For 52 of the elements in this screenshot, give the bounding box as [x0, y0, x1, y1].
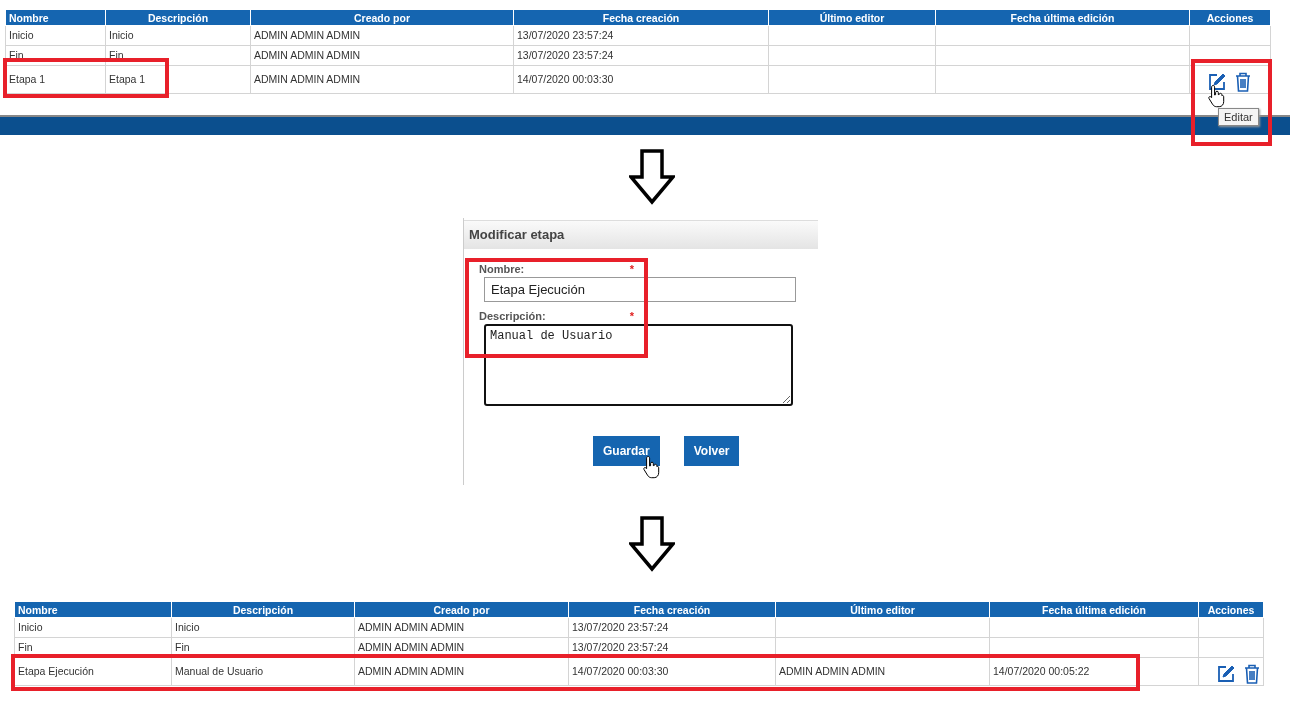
hand-cursor-icon [1208, 84, 1226, 108]
hand-cursor-icon [643, 455, 661, 479]
field-label: Descripción: [479, 310, 546, 322]
table-cell: ADMIN ADMIN ADMIN [250, 25, 514, 46]
edit-icon[interactable] [1216, 664, 1236, 684]
down-arrow-icon [629, 515, 675, 572]
input-field[interactable]: Etapa Ejecución [484, 277, 796, 302]
trash-icon[interactable] [1244, 664, 1260, 684]
table-cell: Inicio [105, 25, 251, 46]
table-cell: Etapa Ejecución [14, 657, 172, 686]
dialog-button[interactable]: Guardar [593, 436, 660, 466]
text-area[interactable]: Manual de Usuario [484, 324, 793, 406]
table-cell: Manual de Usuario [171, 657, 355, 686]
table-cell: ADMIN ADMIN ADMIN [250, 65, 514, 94]
column-header[interactable]: Último editor [775, 602, 990, 618]
table-cell: 14/07/2020 00:03:30 [513, 65, 769, 94]
column-header[interactable]: Creado por [250, 10, 514, 26]
table-cell: Etapa 1 [105, 65, 251, 94]
table-cell: ADMIN ADMIN ADMIN [354, 657, 569, 686]
down-arrow-icon [629, 148, 675, 205]
dialog-title: Modificar etapa [464, 220, 818, 249]
column-header[interactable]: Nombre [5, 10, 106, 26]
table-cell: Inicio [171, 617, 355, 638]
table-cell: 13/07/2020 23:57:24 [568, 617, 776, 638]
column-header[interactable]: Descripción [171, 602, 355, 618]
table-cell: ADMIN ADMIN ADMIN [354, 617, 569, 638]
table-cell: 13/07/2020 23:57:24 [513, 45, 769, 66]
edit-icon[interactable] [1207, 72, 1227, 92]
column-header[interactable]: Fecha creación [568, 602, 776, 618]
field-label: Nombre: [479, 263, 525, 275]
column-header[interactable]: Fecha creación [513, 10, 769, 26]
table-cell: 13/07/2020 23:57:24 [513, 25, 769, 46]
table-cell: 14/07/2020 00:05:22 [989, 657, 1199, 686]
table-cell: Inicio [14, 617, 172, 638]
tooltip: Editar [1218, 108, 1259, 126]
column-header[interactable]: Acciones [1189, 10, 1271, 26]
required-mark: * [629, 263, 634, 275]
column-header[interactable]: Creado por [354, 602, 569, 618]
column-header[interactable]: Último editor [768, 10, 936, 26]
table-cell: ADMIN ADMIN ADMIN [775, 657, 990, 686]
trash-icon[interactable] [1235, 72, 1251, 92]
table-cell: Etapa 1 [5, 65, 106, 94]
table-cell: 14/07/2020 00:03:30 [568, 657, 776, 686]
column-header[interactable]: Fecha última edición [935, 10, 1190, 26]
table-cell: ADMIN ADMIN ADMIN [250, 45, 514, 66]
column-header[interactable]: Acciones [1198, 602, 1264, 618]
required-mark: * [629, 310, 634, 322]
dialog-button[interactable]: Volver [683, 436, 740, 466]
table-cell: Inicio [5, 25, 106, 46]
column-header[interactable]: Nombre [14, 602, 172, 618]
column-header[interactable]: Descripción [105, 10, 251, 26]
column-header[interactable]: Fecha última edición [989, 602, 1199, 618]
